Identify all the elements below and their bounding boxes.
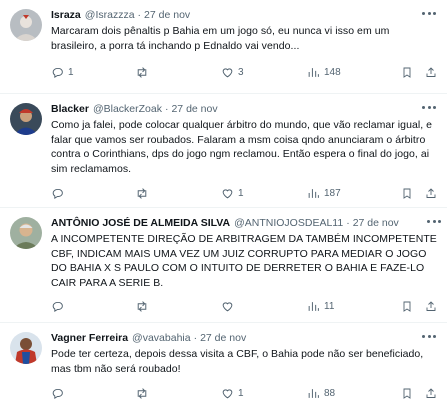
tweet[interactable]: Blacker @BlackerZoak · 27 de nov Como ja… <box>0 94 447 208</box>
avatar[interactable] <box>10 332 42 364</box>
author-handle[interactable]: @vavabahia <box>132 331 191 346</box>
heart-icon <box>222 302 233 312</box>
reply-icon <box>52 388 63 399</box>
tweet-date[interactable]: 27 de nov <box>200 331 246 346</box>
retweet-icon <box>137 301 147 312</box>
tweet[interactable]: ANTÔNIO JOSÉ DE ALMEIDA SILVA @ANTNIOJOS… <box>0 208 447 323</box>
retweet-icon <box>137 66 147 78</box>
share-icon <box>426 388 436 398</box>
more-icon[interactable] <box>422 104 436 110</box>
more-icon[interactable] <box>427 218 441 224</box>
reply-count: 1 <box>68 66 74 78</box>
bookmark-button[interactable] <box>401 187 413 200</box>
bookmark-button[interactable] <box>401 66 413 79</box>
author-name[interactable]: Blacker <box>51 102 89 117</box>
reply-button[interactable]: 1 <box>51 66 135 79</box>
tweet-header: Blacker @BlackerZoak · 27 de nov <box>51 102 218 117</box>
views-icon <box>308 388 319 398</box>
author-handle[interactable]: @Israzzza <box>85 8 135 23</box>
reply-icon <box>52 188 63 199</box>
tweet-date[interactable]: 27 de nov <box>353 216 399 231</box>
views-count: 88 <box>324 387 336 399</box>
views-count: 148 <box>324 66 341 78</box>
bookmark-icon <box>403 388 411 399</box>
heart-icon <box>222 189 233 199</box>
tweet-actions: 11 <box>51 295 437 317</box>
views-button[interactable]: 187 <box>307 187 391 200</box>
like-button[interactable] <box>221 300 307 313</box>
tweet-header: Vagner Ferreira @vavabahia · 27 de nov <box>51 331 247 346</box>
tweet[interactable]: Vagner Ferreira @vavabahia · 27 de nov P… <box>0 323 447 418</box>
share-button[interactable] <box>425 300 437 313</box>
share-icon <box>426 67 436 77</box>
avatar[interactable] <box>10 217 42 249</box>
reply-button[interactable] <box>51 187 135 200</box>
author-handle[interactable]: @ANTNIOJOSDEAL11 <box>234 216 343 231</box>
heart-icon <box>222 389 233 399</box>
more-icon[interactable] <box>422 10 436 16</box>
tweet-actions: 1 187 <box>51 182 437 204</box>
views-count: 11 <box>324 300 335 312</box>
tweet-actions: 1 88 <box>51 382 437 404</box>
more-icon[interactable] <box>422 333 436 339</box>
views-icon <box>308 189 319 198</box>
views-button[interactable]: 88 <box>307 387 391 400</box>
like-count: 3 <box>238 66 244 78</box>
avatar[interactable] <box>10 103 42 135</box>
views-button[interactable]: 11 <box>307 300 391 313</box>
like-button[interactable]: 1 <box>221 387 307 400</box>
retweet-button[interactable] <box>135 300 221 313</box>
reply-button[interactable] <box>51 387 135 400</box>
retweet-icon <box>137 387 147 399</box>
reply-icon <box>52 67 63 78</box>
like-count: 1 <box>238 387 244 399</box>
share-button[interactable] <box>425 66 437 79</box>
share-button[interactable] <box>425 387 437 400</box>
bookmark-icon <box>403 301 411 312</box>
share-icon <box>426 188 436 198</box>
retweet-button[interactable] <box>135 66 221 79</box>
tweet-date[interactable]: 27 de nov <box>171 102 217 117</box>
tweet-header: Israza @Israzzza · 27 de nov <box>51 8 191 23</box>
views-count: 187 <box>324 187 341 199</box>
bookmark-icon <box>403 67 411 78</box>
tweet-text: A INCOMPETENTE DIREÇÃO DE ARBITRAGEM DA … <box>51 233 437 289</box>
bookmark-button[interactable] <box>401 387 413 400</box>
bookmark-button[interactable] <box>401 300 413 313</box>
share-icon <box>426 301 436 311</box>
views-button[interactable]: 148 <box>307 66 391 79</box>
tweet-date[interactable]: 27 de nov <box>144 8 190 23</box>
avatar[interactable] <box>10 9 42 41</box>
tweet-header: ANTÔNIO JOSÉ DE ALMEIDA SILVA @ANTNIOJOS… <box>51 216 399 231</box>
tweet-text: Marcaram dois pênaltis p Bahia em um jog… <box>51 25 390 52</box>
bookmark-icon <box>403 188 411 199</box>
tweet-actions: 1 3 148 <box>51 61 437 83</box>
author-name[interactable]: Vagner Ferreira <box>51 331 128 346</box>
like-button[interactable]: 1 <box>221 187 307 200</box>
retweet-icon <box>137 188 147 199</box>
retweet-button[interactable] <box>135 187 221 200</box>
retweet-button[interactable] <box>135 387 221 400</box>
like-button[interactable]: 3 <box>221 66 307 79</box>
author-name[interactable]: ANTÔNIO JOSÉ DE ALMEIDA SILVA <box>51 216 230 231</box>
reply-button[interactable] <box>51 300 135 313</box>
heart-icon <box>222 68 233 78</box>
author-handle[interactable]: @BlackerZoak <box>93 102 162 117</box>
reply-icon <box>52 301 63 312</box>
author-name[interactable]: Israza <box>51 8 81 23</box>
tweet[interactable]: Israza @Israzzza · 27 de nov Marcaram do… <box>0 0 447 94</box>
like-count: 1 <box>238 187 244 199</box>
tweet-text: Como ja falei, pode colocar qualquer árb… <box>51 119 433 175</box>
tweet-text: Pode ter certeza, depois dessa visita a … <box>51 348 424 375</box>
share-button[interactable] <box>425 187 437 200</box>
views-icon <box>308 302 319 311</box>
views-icon <box>308 67 319 77</box>
